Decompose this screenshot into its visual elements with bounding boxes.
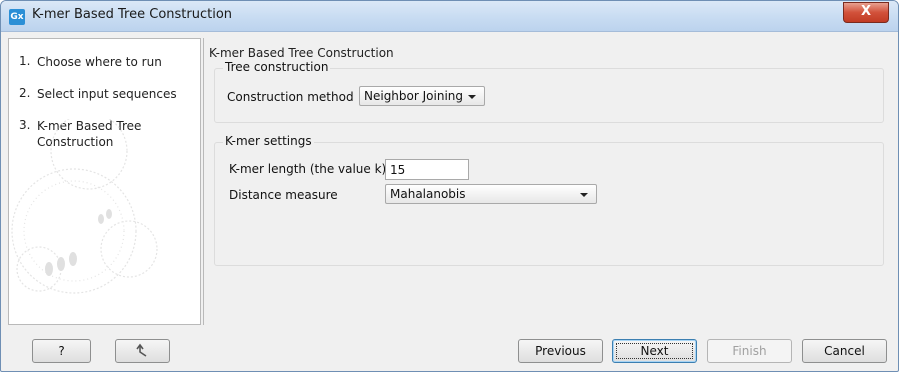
kmer-length-input[interactable] — [385, 159, 469, 180]
settings-panel: K-mer Based Tree Construction Tree const… — [203, 38, 890, 325]
kmer-settings-group: K-mer settings K-mer length (the value k… — [214, 134, 884, 266]
panel-title: K-mer Based Tree Construction — [209, 46, 394, 60]
wizard-steps-panel: 1. Choose where to run 2. Select input seq… — [8, 38, 201, 325]
construction-method-select[interactable]: Neighbor Joining — [359, 86, 485, 106]
previous-button[interactable]: Previous — [518, 339, 603, 363]
kmer-length-label: K-mer length (the value k) — [229, 162, 387, 176]
tree-construction-group: Tree construction Construction method Ne… — [214, 60, 884, 123]
close-button[interactable]: X — [843, 2, 889, 23]
focus-ring — [616, 343, 693, 359]
construction-method-label: Construction method — [227, 90, 354, 104]
step-number: 1. — [19, 54, 31, 68]
distance-measure-value: Mahalanobis — [390, 187, 466, 201]
finish-button[interactable]: Finish — [707, 339, 792, 363]
dialog-body: 1. Choose where to run 2. Select input seq… — [8, 38, 890, 325]
step-number: 2. — [19, 86, 31, 100]
reset-arrow-icon — [135, 343, 146, 357]
window-title: K-mer Based Tree Construction — [32, 7, 233, 22]
wizard-step-choose-where-to-run: 1. Choose where to run — [19, 54, 187, 70]
wizard-step-select-input-sequences: 2. Select input sequences — [19, 86, 187, 102]
app-icon: Gx — [9, 9, 25, 25]
step-label: Choose where to run — [37, 55, 162, 69]
group-title: K-mer settings — [223, 134, 314, 148]
next-button[interactable]: Next — [612, 339, 697, 363]
circular-watermark-graphic — [11, 119, 158, 294]
distance-measure-select[interactable]: Mahalanobis — [385, 184, 597, 204]
dialog-window: Gx K-mer Based Tree Construction X 1. Cho… — [0, 0, 899, 372]
group-title: Tree construction — [223, 60, 331, 74]
cancel-button[interactable]: Cancel — [802, 339, 887, 363]
reset-button[interactable] — [115, 339, 170, 363]
help-button[interactable]: ? — [32, 339, 91, 363]
chevron-down-icon — [468, 95, 476, 99]
distance-measure-label: Distance measure — [229, 188, 338, 202]
chevron-down-icon — [580, 193, 588, 197]
construction-method-value: Neighbor Joining — [364, 89, 463, 103]
title-bar[interactable]: Gx K-mer Based Tree Construction X — [1, 1, 898, 32]
step-label: Select input sequences — [37, 87, 177, 101]
